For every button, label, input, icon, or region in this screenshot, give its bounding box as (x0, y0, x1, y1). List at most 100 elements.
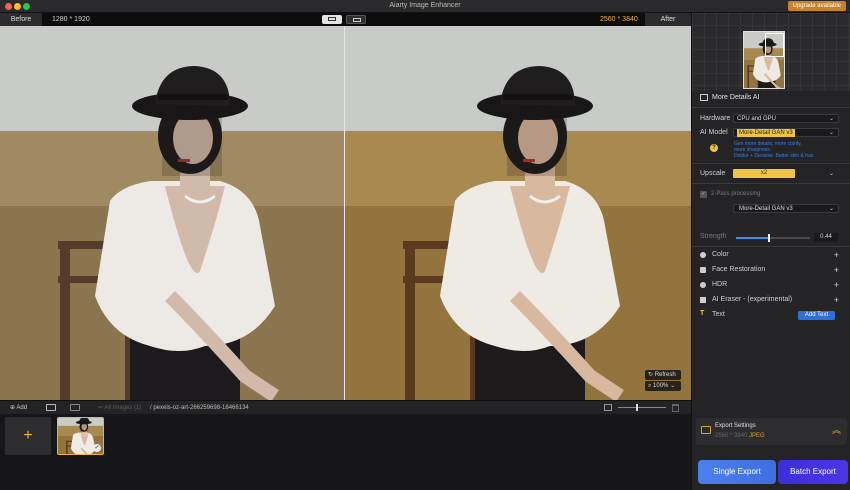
add-text-button[interactable]: Add Text (798, 311, 835, 320)
hardware-row: Hardware CPU and GPU ⌄ (692, 114, 850, 124)
two-pass-label: 2-Pass processing (711, 191, 761, 197)
after-photo (345, 26, 691, 400)
plus-icon[interactable]: + (834, 266, 839, 275)
eraser-icon (700, 297, 706, 303)
thumbnail-strip: + ✓ (0, 414, 691, 490)
hdr-icon (700, 282, 706, 288)
two-pass-model-value: More-Detail GAN v3 (739, 206, 793, 212)
refresh-icon: ↻ (648, 372, 655, 378)
single-export-button[interactable]: Single Export (698, 460, 776, 484)
compare-bar: Before 1280 * 1920 2560 * 3840 After (0, 13, 691, 26)
ai-model-select[interactable]: More-Detail GAN v3 ⌄ (733, 128, 839, 137)
strength-slider[interactable] (736, 234, 810, 242)
settings-panel: More Details AI Hardware CPU and GPU ⌄ A… (691, 13, 850, 490)
export-settings-summary: 2560 * 3840 JPEG (715, 433, 765, 439)
hardware-label: Hardware (700, 115, 731, 122)
chevron-down-icon: ⌄ (828, 130, 834, 136)
image-size-icon (604, 404, 612, 411)
after-label: After (645, 13, 691, 26)
effect-label: Face Restoration (712, 266, 766, 273)
zoom-control[interactable]: ⌕ 100% ⌄ (645, 381, 681, 391)
add-images-button[interactable]: ⊕ Add (10, 403, 27, 413)
after-resolution: 2560 * 3840 (600, 16, 638, 23)
hardware-select[interactable]: CPU and GPU ⌄ (733, 114, 839, 123)
image-thumbnail[interactable]: ✓ (57, 417, 104, 455)
two-pass-checkbox[interactable]: ✓ (700, 191, 707, 198)
bottom-toolbar: ⊕ Add ⇐ All Images (1) / pexels-oz-art-2… (0, 400, 691, 414)
text-row: T Text Add Text (692, 310, 850, 321)
upscale-value[interactable]: x2 (733, 169, 795, 178)
side-by-side-icon (353, 18, 361, 22)
face-icon (700, 267, 706, 273)
refresh-button[interactable]: ↻ Refresh (645, 370, 681, 380)
thumbnail-size-slider[interactable] (618, 407, 666, 408)
more-details-header: More Details AI (692, 94, 850, 104)
check-icon: ✓ (93, 444, 101, 452)
export-settings[interactable]: Export Settings 2560 * 3840 JPEG ︽ (696, 418, 847, 445)
effect-row-ai-eraser[interactable]: AI Eraser - (experimental) + (692, 296, 850, 306)
plus-icon[interactable]: + (834, 296, 839, 305)
thumbnail-size-slider-knob[interactable] (636, 404, 638, 411)
navigator-preview (692, 13, 850, 91)
plus-icon[interactable]: + (834, 251, 839, 260)
effect-row-hdr[interactable]: HDR + (692, 281, 850, 291)
two-pass-model-select[interactable]: More-Detail GAN v3 ⌄ (733, 204, 839, 213)
more-details-title: More Details AI (712, 94, 760, 101)
all-images-label: All Images (1) (104, 405, 142, 411)
before-resolution: 1280 * 1920 (52, 16, 90, 23)
palette-icon (700, 252, 706, 258)
before-photo (0, 26, 344, 400)
zoom-chevron-icon: ⌄ (670, 383, 676, 389)
export-resolution: 2560 * 3840 (715, 433, 748, 439)
strength-value[interactable]: 0.44 (814, 233, 838, 242)
effect-row-color[interactable]: Color + (692, 251, 850, 261)
trash-icon[interactable] (672, 404, 679, 412)
ai-model-desc-line: Deblur + Denoise. Better skin & hair (734, 153, 814, 159)
text-tool-icon: T (700, 310, 705, 317)
effect-row-face-restoration[interactable]: Face Restoration + (692, 266, 850, 276)
file-path: / pexels-oz-art-266259698-18466134 (150, 405, 249, 411)
export-format: JPEG (749, 433, 765, 439)
strength-label: Strength (700, 233, 727, 240)
before-label: Before (0, 13, 42, 26)
window-title: Aiarty Image Enhancer (389, 2, 461, 9)
ai-model-label: AI Model (700, 129, 728, 136)
before-image[interactable] (0, 26, 344, 400)
split-view-button[interactable] (322, 15, 342, 24)
two-pass-model-row: More-Detail GAN v3 ⌄ (692, 204, 850, 214)
double-chevron-up-icon[interactable]: ︽ (832, 425, 841, 435)
zoom-label: 100% (653, 383, 669, 389)
export-settings-icon (701, 426, 711, 434)
upgrade-button[interactable]: Upgrade available (787, 1, 846, 11)
navigator-viewport-box[interactable] (765, 33, 784, 57)
chevron-down-icon: ⌄ (828, 171, 834, 177)
ai-model-description: Gen more details, more clarity, more sha… (734, 141, 844, 159)
text-label: Text (712, 311, 725, 318)
grid-view-icon[interactable] (46, 404, 56, 411)
strength-row: Strength 0.44 (692, 233, 850, 243)
ai-model-value: More-Detail GAN v3 (737, 129, 795, 137)
export-settings-title: Export Settings (715, 423, 756, 429)
after-image[interactable] (345, 26, 691, 400)
title-bar: Aiarty Image Enhancer Upgrade available (0, 0, 850, 13)
effect-label: Color (712, 251, 729, 258)
more-details-icon (700, 94, 708, 101)
all-images-link[interactable]: ⇐ All Images (1) (98, 403, 141, 413)
strength-slider-knob[interactable] (767, 234, 770, 242)
effect-label: AI Eraser - (experimental) (712, 296, 793, 303)
batch-export-button[interactable]: Batch Export (778, 460, 848, 484)
effect-label: HDR (712, 281, 728, 288)
plus-icon[interactable]: + (834, 281, 839, 290)
filmstrip-view-icon[interactable] (70, 404, 80, 411)
chevron-down-icon: ⌄ (828, 206, 834, 212)
upscale-row: Upscale ⌄ x2 (692, 169, 850, 179)
hardware-value: CPU and GPU (737, 116, 777, 122)
upscale-label: Upscale (700, 170, 726, 177)
split-view-icon (328, 17, 336, 21)
ai-model-row: AI Model More-Detail GAN v3 ⌄ (692, 128, 850, 138)
side-by-side-view-button[interactable] (346, 15, 366, 24)
separator (692, 246, 850, 247)
help-icon[interactable]: ? (710, 144, 718, 152)
add-image-tile[interactable]: + (5, 417, 51, 455)
strength-slider-fill (736, 237, 769, 239)
